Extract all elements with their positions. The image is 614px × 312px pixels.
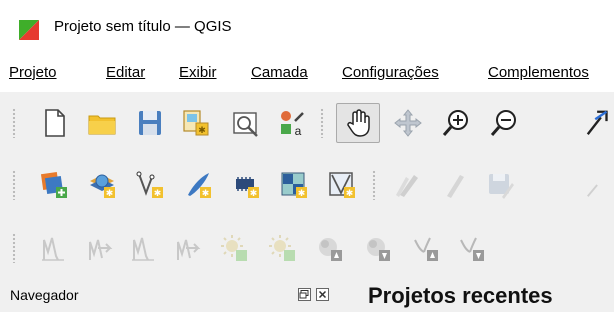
- toolbar-grip[interactable]: [320, 108, 324, 138]
- digitize-button[interactable]: [578, 165, 614, 205]
- curve-add-icon: [414, 237, 438, 261]
- save-layer-edits-icon: [489, 174, 514, 199]
- new-mesh-icon: ✱: [329, 172, 355, 198]
- light-vertices-icon: [269, 235, 295, 261]
- menu-editar[interactable]: Editar: [106, 64, 145, 81]
- add-polyline-icon: [132, 237, 154, 261]
- digitize-icon: [587, 184, 598, 197]
- menu-projeto[interactable]: Projeto: [9, 64, 57, 81]
- browser-panel-title: Navegador: [10, 287, 79, 303]
- dock-close-icon[interactable]: [316, 288, 329, 301]
- zoom-full-button[interactable]: [578, 103, 614, 143]
- toolbar-grip[interactable]: [12, 170, 16, 200]
- add-line-button[interactable]: [34, 228, 74, 268]
- svg-text:✱: ✱: [298, 188, 306, 198]
- save-project-icon: [139, 111, 161, 135]
- add-line-vertices-icon: [89, 239, 113, 260]
- add-layer-button[interactable]: [34, 165, 74, 205]
- zoom-in-icon: [442, 110, 468, 136]
- new-shapefile-button[interactable]: ✱: [130, 165, 170, 205]
- current-edits-icon: [396, 175, 418, 197]
- new-temp-layer-icon: ✱: [281, 172, 307, 198]
- svg-text:✱: ✱: [106, 188, 114, 198]
- layout-manager-icon: [233, 112, 258, 137]
- add-wms-button[interactable]: ✱: [82, 165, 122, 205]
- print-layout-icon: ✱: [183, 110, 209, 136]
- add-polyline-vertices-button[interactable]: [168, 228, 208, 268]
- layout-manager-button[interactable]: [226, 103, 266, 143]
- curve-remove-button[interactable]: [452, 228, 492, 268]
- zoom-in-button[interactable]: [436, 103, 476, 143]
- add-line-icon: [42, 237, 64, 261]
- new-shapefile-icon: ✱: [136, 171, 163, 198]
- add-polyline-button[interactable]: [124, 228, 164, 268]
- toolbar-grip[interactable]: [372, 170, 376, 200]
- new-virtual-layer-icon: ✱: [236, 177, 259, 198]
- light-vertices-button[interactable]: [262, 228, 302, 268]
- node-remove-icon: [367, 238, 390, 261]
- menu-exibir-label: Exibir: [179, 64, 217, 81]
- open-project-button[interactable]: [82, 103, 122, 143]
- print-layout-button[interactable]: ✱: [176, 103, 216, 143]
- menu-editar-label: Editar: [106, 64, 146, 81]
- node-add-button[interactable]: [310, 228, 350, 268]
- light-add-button[interactable]: [214, 228, 254, 268]
- menu-complementos[interactable]: Complementos: [488, 64, 589, 81]
- svg-text:✱: ✱: [346, 188, 354, 198]
- recent-projects-title: Projetos recentes: [368, 283, 553, 308]
- light-add-icon: [221, 235, 247, 261]
- menu-camada-label: Camada: [251, 64, 308, 81]
- curve-remove-icon: [460, 237, 484, 261]
- menu-camada[interactable]: Camada: [251, 64, 308, 81]
- new-project-icon: [45, 109, 65, 137]
- menu-configuracoes[interactable]: Configurações: [342, 64, 439, 81]
- add-line-vertices-button[interactable]: [80, 228, 120, 268]
- new-virtual-layer-button[interactable]: ✱: [226, 165, 266, 205]
- zoom-out-button[interactable]: [484, 103, 524, 143]
- style-manager-icon: a: [281, 111, 304, 138]
- curve-add-button[interactable]: [406, 228, 446, 268]
- window-title: Projeto sem título — QGIS: [54, 18, 232, 35]
- toolbar-grip[interactable]: [12, 108, 16, 138]
- svg-text:✱: ✱: [250, 188, 258, 198]
- open-project-icon: [88, 115, 116, 135]
- current-edits-button[interactable]: [388, 165, 428, 205]
- svg-text:✱: ✱: [202, 188, 210, 198]
- toggle-editing-button[interactable]: [434, 165, 474, 205]
- pan-to-selection-button[interactable]: [388, 103, 428, 143]
- dock-float-icon[interactable]: [298, 288, 311, 301]
- menu-projeto-label: Projeto: [9, 64, 57, 81]
- zoom-out-icon: [490, 110, 516, 136]
- new-gpx-button[interactable]: ✱: [178, 165, 218, 205]
- style-manager-button[interactable]: a: [272, 103, 312, 143]
- toggle-editing-icon: [447, 175, 464, 198]
- new-project-button[interactable]: [34, 103, 74, 143]
- svg-text:✱: ✱: [154, 188, 162, 198]
- save-project-button[interactable]: [130, 103, 170, 143]
- add-polyline-vertices-icon: [177, 239, 201, 260]
- new-gpx-icon: ✱: [188, 173, 211, 198]
- node-remove-button[interactable]: [358, 228, 398, 268]
- toolbar-grip[interactable]: [12, 233, 16, 263]
- menu-configuracoes-label: Configurações: [342, 64, 439, 81]
- pan-map-button[interactable]: [336, 103, 380, 143]
- save-layer-edits-button[interactable]: [480, 165, 520, 205]
- svg-text:a: a: [295, 124, 302, 138]
- svg-text:✱: ✱: [198, 125, 206, 135]
- add-layer-icon: [40, 171, 67, 198]
- new-mesh-button[interactable]: ✱: [322, 165, 362, 205]
- menu-exibir[interactable]: Exibir: [179, 64, 217, 81]
- zoom-full-icon: [586, 110, 608, 135]
- add-wms-icon: ✱: [90, 174, 115, 198]
- node-add-icon: [319, 238, 342, 261]
- menu-complementos-label: Complementos: [488, 64, 589, 81]
- pan-map-icon: [347, 109, 370, 137]
- qgis-logo-icon: [19, 20, 39, 40]
- pan-to-selection-icon: [394, 109, 422, 137]
- new-temp-layer-button[interactable]: ✱: [274, 165, 314, 205]
